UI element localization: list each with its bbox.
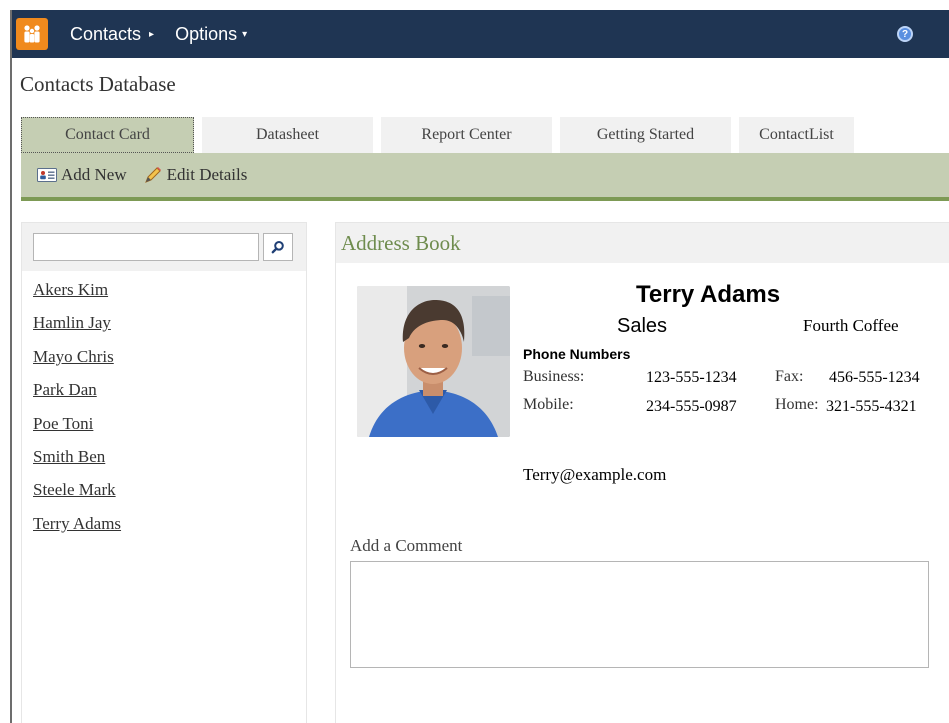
home-phone-label: Home:: [775, 396, 819, 413]
contact-link[interactable]: Mayo Chris: [33, 347, 114, 366]
top-navigation-bar: Contacts ▸ Options ▾ ?: [12, 10, 949, 58]
mobile-phone-label: Mobile:: [523, 396, 574, 413]
window-frame: [0, 0, 10, 723]
options-menu-label: Options: [175, 23, 238, 44]
help-glyph: ?: [901, 28, 909, 40]
list-item: Mayo Chris: [33, 343, 306, 376]
tab-strip: Contact Card Datasheet Report Center Get…: [21, 117, 862, 153]
window-edge: [10, 10, 12, 723]
contact-list: Akers Kim Hamlin Jay Mayo Chris Park Dan…: [22, 271, 306, 543]
business-phone-label: Business:: [523, 368, 585, 385]
people-icon: [24, 25, 40, 43]
comment-textarea[interactable]: [350, 561, 929, 668]
contact-photo: [357, 286, 510, 437]
comment-label: Add a Comment: [350, 536, 463, 555]
fax-value: 456-555-1234: [829, 369, 920, 386]
list-item: Steele Mark: [33, 476, 306, 509]
options-menu[interactable]: Options ▾: [175, 24, 247, 45]
search-input[interactable]: [33, 233, 259, 261]
edit-details-button[interactable]: Edit Details: [143, 165, 248, 185]
contact-link[interactable]: Terry Adams: [33, 514, 121, 533]
contacts-app-icon[interactable]: [16, 18, 48, 50]
contact-card-icon: [37, 168, 57, 182]
pencil-icon: [144, 167, 161, 183]
list-item: Park Dan: [33, 376, 306, 409]
contact-link[interactable]: Steele Mark: [33, 480, 116, 499]
add-new-label: Add New: [61, 165, 127, 184]
address-book-heading: Address Book: [336, 223, 949, 263]
fax-label: Fax:: [775, 368, 804, 385]
contact-link[interactable]: Smith Ben: [33, 447, 105, 466]
chevron-down-icon: ▾: [242, 28, 248, 40]
contacts-list-panel: Akers Kim Hamlin Jay Mayo Chris Park Dan…: [21, 222, 307, 723]
list-item: Hamlin Jay: [33, 309, 306, 342]
contact-link[interactable]: Akers Kim: [33, 280, 108, 299]
address-book-panel: Address Book Terry Adams Sales Fourth Co…: [335, 222, 949, 723]
business-phone-value: 123-555-1234: [646, 369, 737, 386]
toolbar: Add New Edit Details: [21, 153, 949, 201]
contact-link[interactable]: Hamlin Jay: [33, 313, 111, 332]
contact-link[interactable]: Poe Toni: [33, 414, 93, 433]
list-item: Smith Ben: [33, 443, 306, 476]
contact-email[interactable]: Terry@example.com: [523, 465, 666, 485]
list-item: Poe Toni: [33, 410, 306, 443]
phone-numbers-heading: Phone Numbers: [523, 346, 631, 362]
contact-department: Sales: [617, 315, 668, 337]
page-title: Contacts Database: [20, 72, 176, 96]
contacts-menu[interactable]: Contacts ▸: [70, 24, 154, 45]
chevron-right-icon: ▸: [149, 28, 155, 40]
list-item: Akers Kim: [33, 276, 306, 309]
contacts-menu-label: Contacts: [70, 23, 142, 44]
help-icon[interactable]: ?: [897, 26, 913, 42]
list-item: Terry Adams: [33, 510, 306, 543]
search-button[interactable]: [263, 233, 293, 261]
contact-link[interactable]: Park Dan: [33, 380, 97, 399]
contact-name: Terry Adams: [636, 281, 781, 308]
search-bar: [22, 223, 306, 271]
add-new-button[interactable]: Add New: [37, 165, 127, 185]
contact-portrait-image: [357, 286, 510, 437]
mobile-phone-value: 234-555-0987: [646, 398, 737, 415]
home-phone-value: 321-555-4321: [826, 398, 917, 415]
tab-report-center[interactable]: Report Center: [381, 117, 552, 153]
tab-datasheet[interactable]: Datasheet: [202, 117, 373, 153]
tab-contact-card[interactable]: Contact Card: [21, 117, 194, 153]
tab-contactlist[interactable]: ContactList: [739, 117, 854, 153]
edit-details-label: Edit Details: [166, 165, 248, 184]
tab-getting-started[interactable]: Getting Started: [560, 117, 731, 153]
contact-company: Fourth Coffee: [803, 316, 899, 335]
search-icon: [271, 241, 284, 254]
